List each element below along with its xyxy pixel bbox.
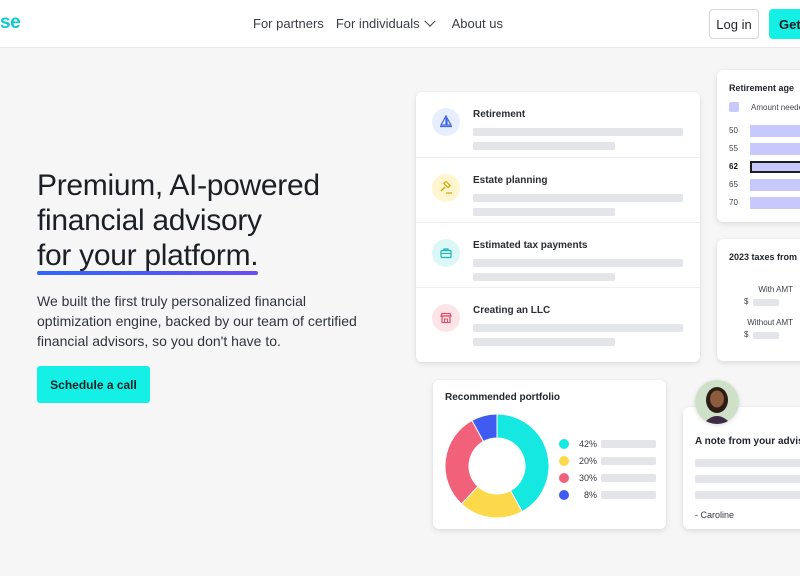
nav-for-individuals[interactable]: For individuals — [335, 15, 436, 31]
get-started-button[interactable]: Get — [769, 9, 800, 39]
topic-label: Retirement — [473, 109, 526, 120]
age-label: 70 — [729, 198, 738, 207]
tax-row-currency: $ — [744, 297, 749, 306]
topic-item-retirement[interactable]: Retirement — [416, 92, 700, 157]
portfolio-title: Recommended portfolio — [445, 392, 561, 403]
advisor-avatar — [695, 380, 739, 424]
age-bar — [750, 143, 800, 155]
hero-headline-line-3: for your platform. — [37, 239, 259, 275]
storefront-icon — [432, 304, 460, 332]
nav-about-us[interactable]: About us — [452, 16, 503, 31]
tax-row-currency: $ — [744, 330, 749, 339]
sailboat-icon — [432, 108, 460, 136]
age-row: 55 — [729, 143, 800, 156]
legend-label: Amount needed — [751, 102, 800, 112]
tax-row-label: Without AMT — [747, 318, 793, 327]
topic-label: Estate planning — [473, 175, 548, 186]
portfolio-legend-item: 8% — [559, 489, 659, 501]
legend-dot — [559, 456, 569, 466]
portfolio-legend-item: 42% — [559, 438, 659, 450]
main-nav: For partners For individuals About us — [253, 15, 515, 31]
topic-item-estate-planning[interactable]: Estate planning — [416, 157, 700, 222]
age-row: 70 — [729, 197, 800, 210]
topics-card: Retirement Estate planning Estimated tax… — [416, 92, 700, 362]
age-bar — [750, 197, 800, 209]
login-button[interactable]: Log in — [709, 9, 759, 39]
tax-row-label: With AMT — [758, 285, 793, 294]
age-bar — [750, 125, 800, 137]
topic-label: Creating an LLC — [473, 305, 551, 316]
topic-label: Estimated tax payments — [473, 240, 588, 251]
legend-percent: 20% — [578, 456, 597, 466]
nav-for-individuals-label: For individuals — [335, 16, 420, 31]
brand-logo[interactable]: se — [0, 12, 21, 34]
age-row: 50 — [729, 125, 800, 138]
topic-item-estimated-tax[interactable]: Estimated tax payments — [416, 222, 700, 287]
gavel-icon — [432, 174, 460, 202]
age-row: 65 — [729, 179, 800, 192]
age-bar — [750, 179, 800, 191]
age-label: 50 — [729, 126, 738, 135]
top-nav-bar: se For partners For individuals About us… — [0, 0, 800, 48]
advisor-signature: - Caroline — [695, 510, 735, 520]
retirement-legend: Amount needed — [729, 102, 800, 112]
briefcase-icon — [432, 239, 460, 267]
age-label: 65 — [729, 180, 738, 189]
advisor-note-card: A note from your advisor - Caroline — [683, 407, 800, 529]
legend-percent: 8% — [583, 490, 597, 500]
legend-percent: 30% — [578, 473, 597, 483]
hero-headline-line-1: Premium, AI-powered — [37, 169, 320, 202]
hero-headline: Premium, AI-powered financial advisory f… — [37, 168, 397, 275]
taxes-card: 2023 taxes from With AMT $ Without AMT $ — [717, 239, 800, 361]
recommended-portfolio-card: Recommended portfolio 42% 20% 30% 8% — [433, 380, 666, 529]
age-row-selected: 62 — [729, 161, 800, 174]
hero-headline-line-2: financial advisory — [37, 204, 262, 237]
topic-item-creating-llc[interactable]: Creating an LLC — [416, 287, 700, 352]
portfolio-legend-item: 20% — [559, 455, 659, 467]
legend-percent: 42% — [578, 439, 597, 449]
nav-for-partners[interactable]: For partners — [253, 16, 324, 31]
legend-dot — [559, 473, 569, 483]
portfolio-legend-item: 30% — [559, 472, 659, 484]
portfolio-donut-chart — [445, 414, 549, 518]
schedule-call-button[interactable]: Schedule a call — [37, 366, 150, 403]
legend-dot — [559, 490, 569, 500]
legend-swatch — [729, 102, 739, 112]
age-label: 55 — [729, 144, 738, 153]
age-label: 62 — [729, 162, 738, 171]
advisor-note-title: A note from your advisor — [695, 436, 800, 447]
taxes-card-title: 2023 taxes from — [729, 252, 798, 262]
legend-dot — [559, 439, 569, 449]
chevron-down-icon — [423, 15, 436, 27]
retirement-card-title: Retirement age — [729, 83, 795, 93]
age-bar-selected — [750, 161, 800, 173]
hero-description: We built the first truly personalized fi… — [37, 293, 357, 349]
retirement-age-card: Retirement age Amount needed 50 55 62 65… — [717, 70, 800, 222]
